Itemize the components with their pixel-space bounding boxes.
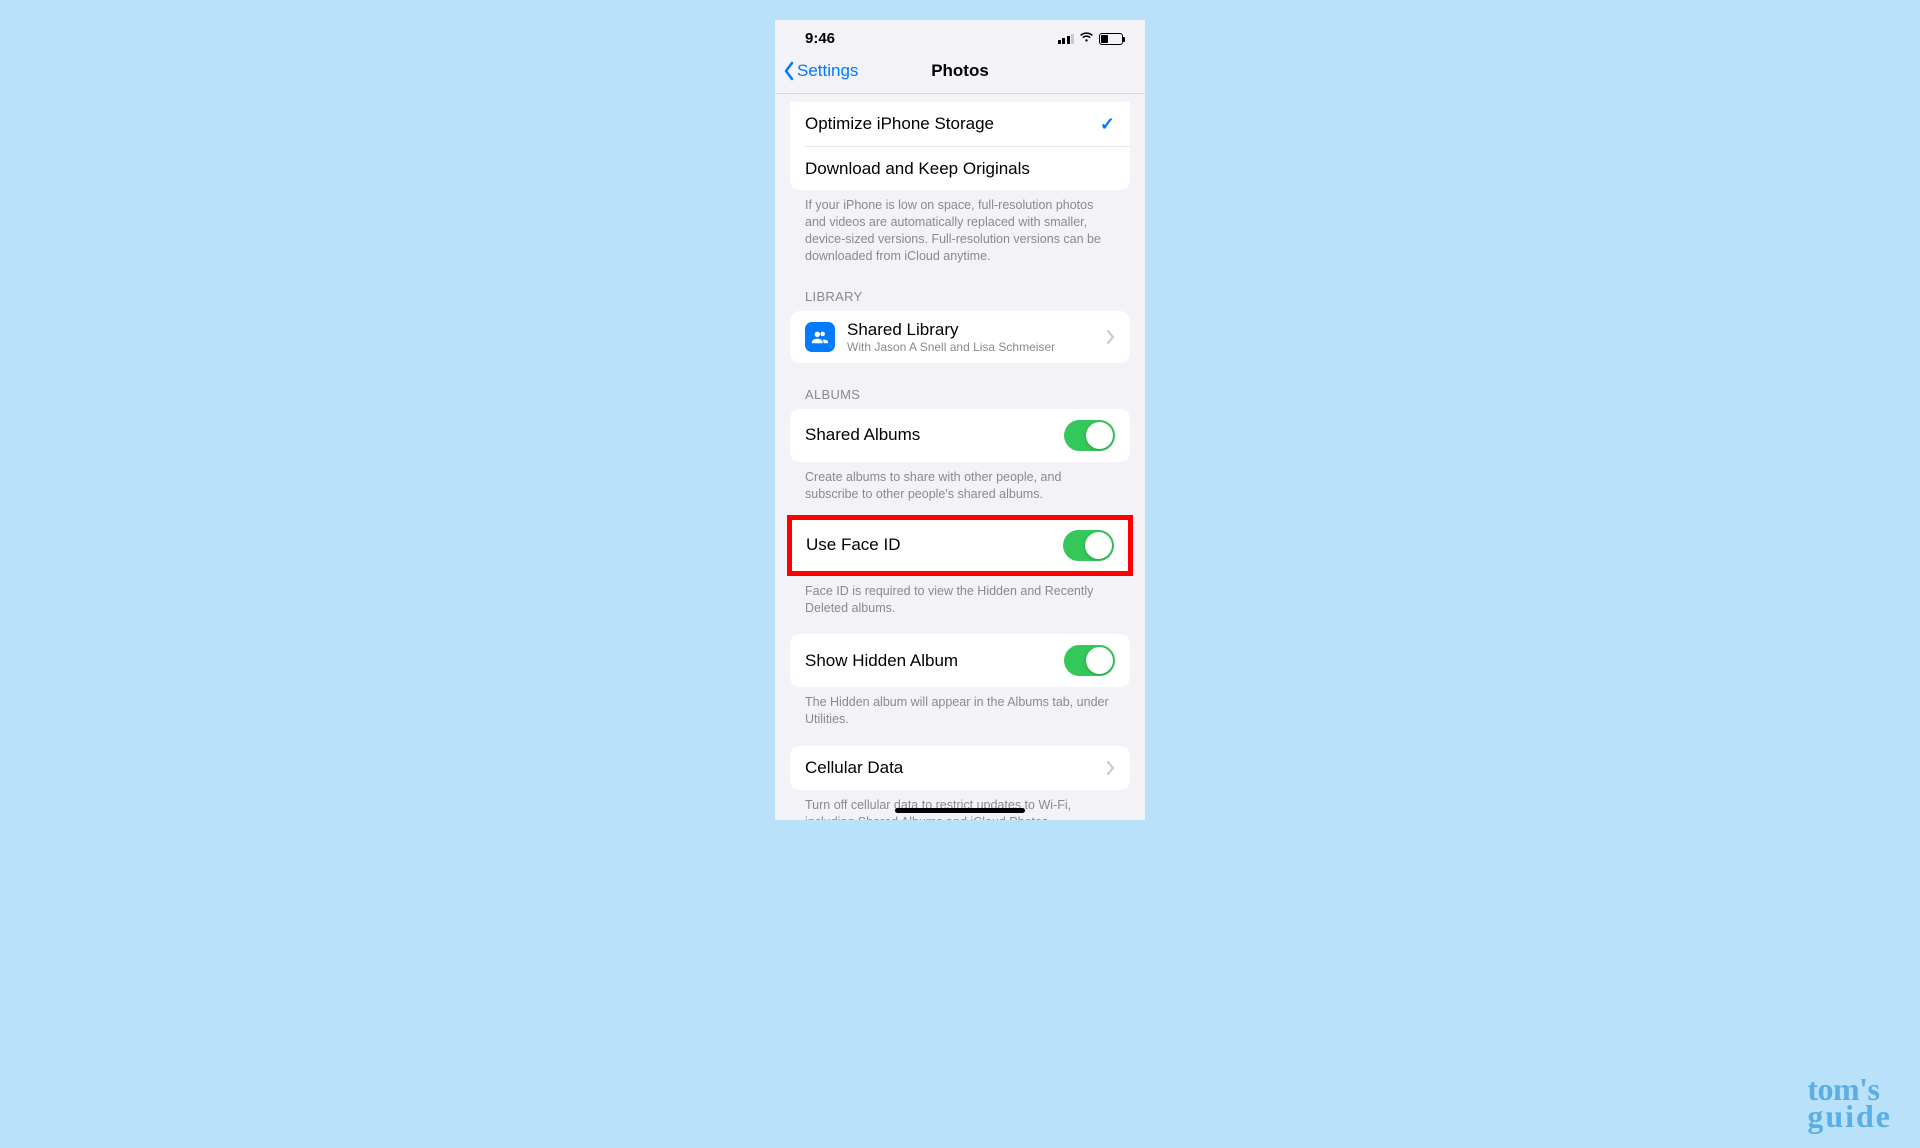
download-originals-row[interactable]: Download and Keep Originals: [805, 146, 1130, 190]
highlight-annotation: Use Face ID: [787, 515, 1133, 576]
status-indicators: [1058, 30, 1124, 47]
cellular-signal-icon: [1058, 33, 1075, 44]
shared-albums-toggle[interactable]: [1064, 420, 1115, 451]
cellular-footer: Turn off cellular data to restrict updat…: [775, 790, 1145, 820]
hidden-footer: The Hidden album will appear in the Albu…: [775, 687, 1145, 728]
storage-footer: If your iPhone is low on space, full-res…: [775, 190, 1145, 265]
watermark-logo: tom's guide: [1807, 1076, 1892, 1130]
chevron-right-icon: [1107, 761, 1115, 775]
face-id-group: Use Face ID: [792, 520, 1128, 571]
chevron-right-icon: [1107, 330, 1115, 344]
back-button[interactable]: Settings: [783, 61, 858, 81]
settings-content: Optimize iPhone Storage ✓ Download and K…: [775, 102, 1145, 820]
shared-library-subtitle: With Jason A Snell and Lisa Schmeiser: [847, 340, 1095, 354]
shared-albums-row: Shared Albums: [790, 409, 1130, 462]
use-face-id-toggle[interactable]: [1063, 530, 1114, 561]
status-time: 9:46: [805, 30, 835, 47]
use-face-id-row: Use Face ID: [792, 520, 1128, 571]
cellular-data-row[interactable]: Cellular Data: [790, 746, 1130, 790]
albums-header: ALBUMS: [775, 363, 1145, 409]
phone-screen: 9:46 Settings Photos Optimize iPhone Sto…: [775, 20, 1145, 820]
storage-group: Optimize iPhone Storage ✓ Download and K…: [790, 102, 1130, 190]
download-originals-label: Download and Keep Originals: [805, 159, 1115, 179]
watermark-line2: guide: [1807, 1103, 1892, 1130]
navigation-bar: Settings Photos: [775, 51, 1145, 94]
optimize-storage-row[interactable]: Optimize iPhone Storage ✓: [790, 102, 1130, 146]
shared-albums-label: Shared Albums: [805, 425, 1064, 445]
back-label: Settings: [797, 61, 858, 81]
face-id-footer: Face ID is required to view the Hidden a…: [775, 576, 1145, 617]
show-hidden-row: Show Hidden Album: [790, 634, 1130, 687]
cellular-group: Cellular Data: [790, 746, 1130, 790]
shared-albums-footer: Create albums to share with other people…: [775, 462, 1145, 503]
page-title: Photos: [931, 61, 989, 81]
shared-library-title: Shared Library: [847, 320, 1095, 340]
show-hidden-label: Show Hidden Album: [805, 651, 1064, 671]
shared-albums-group: Shared Albums: [790, 409, 1130, 462]
checkmark-icon: ✓: [1100, 114, 1115, 135]
library-header: LIBRARY: [775, 265, 1145, 311]
hidden-album-group: Show Hidden Album: [790, 634, 1130, 687]
use-face-id-label: Use Face ID: [806, 535, 1063, 555]
home-indicator[interactable]: [895, 808, 1025, 813]
shared-library-row[interactable]: Shared Library With Jason A Snell and Li…: [790, 311, 1130, 363]
optimize-storage-label: Optimize iPhone Storage: [805, 114, 1100, 134]
cellular-data-label: Cellular Data: [805, 758, 1107, 778]
people-icon: [805, 322, 835, 352]
status-bar: 9:46: [775, 20, 1145, 51]
chevron-left-icon: [783, 61, 795, 81]
show-hidden-toggle[interactable]: [1064, 645, 1115, 676]
battery-icon: [1099, 33, 1123, 45]
wifi-icon: [1079, 30, 1094, 47]
library-group: Shared Library With Jason A Snell and Li…: [790, 311, 1130, 363]
